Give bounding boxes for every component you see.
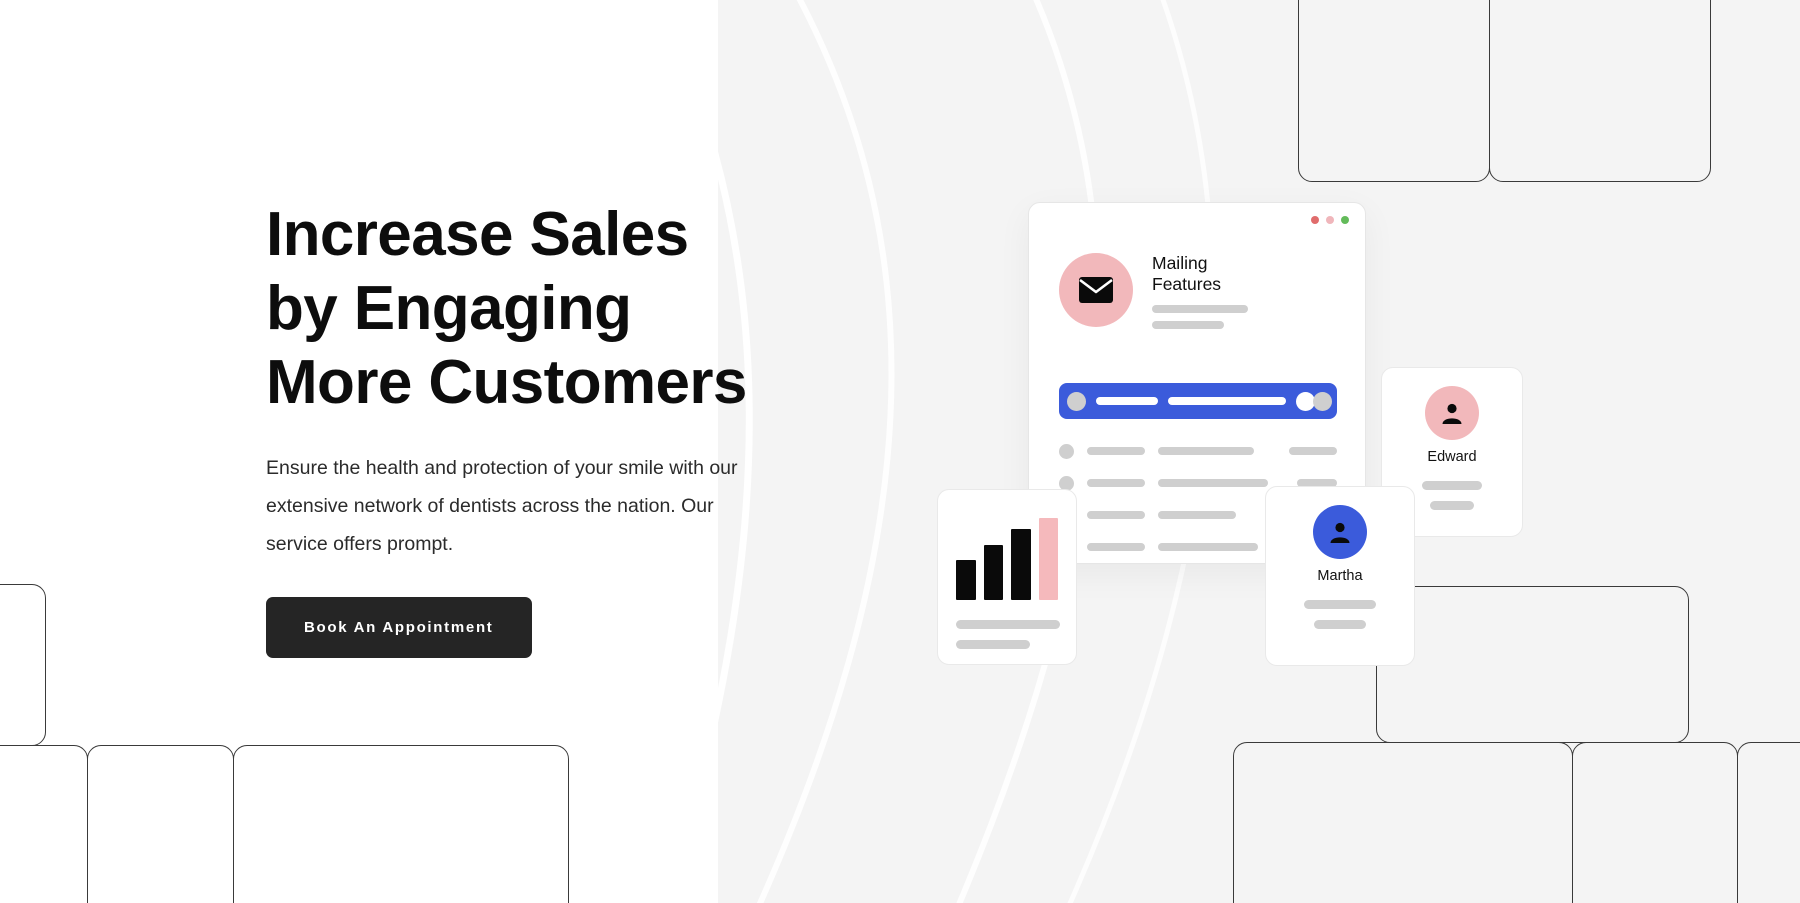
- envelope-icon: [1059, 252, 1133, 327]
- bottom-right-block-2: [1572, 742, 1738, 903]
- top-right-block-2: [1489, 0, 1711, 182]
- top-right-block-1: [1298, 0, 1490, 182]
- progress-segment-2: [1168, 397, 1286, 405]
- hero-copy: Increase Sales by Engaging More Customer…: [266, 198, 866, 659]
- mailing-card-title-group: Mailing Features: [1152, 251, 1248, 329]
- bottom-left-block-2: [87, 745, 234, 903]
- window-dot-minimize[interactable]: [1326, 216, 1334, 224]
- left-edge-block: [0, 584, 46, 746]
- row-placeholder: [1289, 447, 1337, 455]
- chart-bar: [956, 560, 976, 600]
- placeholder-line: [1430, 501, 1474, 511]
- person-icon: [1425, 386, 1479, 440]
- placeholder-line: [1422, 481, 1482, 491]
- placeholder-line: [956, 640, 1030, 649]
- row-placeholder: [1087, 447, 1145, 455]
- bottom-right-block-1: [1233, 742, 1573, 903]
- mailing-card-placeholder-lines: [1152, 304, 1248, 329]
- placeholder-line: [956, 620, 1060, 629]
- chart-bar: [1011, 529, 1031, 600]
- person-name: Edward: [1427, 449, 1477, 465]
- row-placeholder: [1158, 543, 1258, 551]
- mailing-card-title: Mailing Features: [1152, 253, 1222, 295]
- row-placeholder: [1087, 511, 1145, 519]
- placeholder-line: [1304, 600, 1376, 610]
- person-card-martha[interactable]: Martha: [1265, 486, 1428, 679]
- row-placeholder: [1158, 479, 1268, 487]
- progress-handle-left[interactable]: [1067, 391, 1086, 411]
- progress-segment-1: [1096, 397, 1158, 405]
- row-placeholder: [1087, 543, 1145, 551]
- mailing-card-header: Mailing Features: [1059, 251, 1248, 329]
- window-controls: [1311, 216, 1349, 224]
- hero-section: Increase Sales by Engaging More Customer…: [0, 0, 1800, 903]
- mailing-list-row[interactable]: [1059, 435, 1337, 467]
- bottom-right-block-3: [1737, 742, 1800, 903]
- right-mid-block: [1376, 586, 1689, 743]
- window-dot-maximize[interactable]: [1341, 216, 1349, 224]
- progress-handle-right-gray[interactable]: [1313, 391, 1332, 411]
- bottom-left-block-3: [233, 745, 569, 903]
- row-placeholder: [1087, 479, 1145, 487]
- progress-bar[interactable]: [1059, 383, 1337, 419]
- analytics-chart-card[interactable]: [937, 489, 1090, 678]
- chart-bar: [983, 545, 1003, 600]
- page-title: Increase Sales by Engaging More Customer…: [266, 200, 747, 417]
- hero-subtitle: Ensure the health and protection of your…: [266, 457, 738, 556]
- placeholder-line: [1152, 320, 1224, 329]
- chart-placeholder-lines: [956, 620, 1060, 649]
- placeholder-line: [1314, 620, 1366, 630]
- bar-chart: [956, 514, 1058, 600]
- window-dot-close[interactable]: [1311, 216, 1319, 224]
- chart-bar: [1038, 518, 1058, 600]
- book-appointment-button[interactable]: Book An Appointment: [266, 597, 532, 659]
- person-name: Martha: [1317, 568, 1363, 584]
- row-placeholder: [1158, 511, 1236, 519]
- row-avatar-dot: [1059, 443, 1074, 459]
- placeholder-line: [1152, 304, 1248, 313]
- bottom-left-block-1: [0, 745, 88, 903]
- person-icon: [1313, 505, 1367, 559]
- person-placeholder-lines: [1266, 600, 1414, 630]
- row-placeholder: [1158, 447, 1254, 455]
